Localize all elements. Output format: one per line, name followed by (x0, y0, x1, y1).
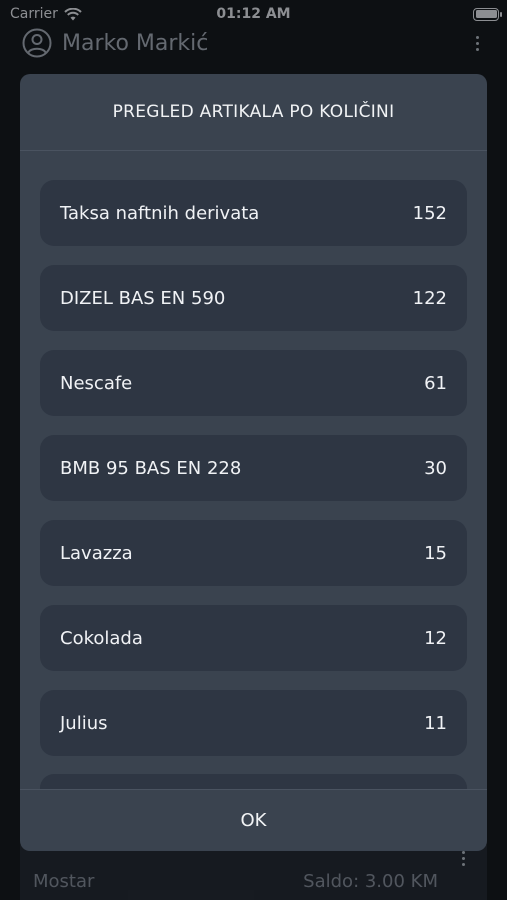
list-item-partial[interactable] (40, 774, 467, 789)
dialog-title: PREGLED ARTIKALA PO KOLIČINI (20, 74, 487, 151)
list-item[interactable]: Lavazza 15 (40, 520, 467, 586)
dialog-footer: OK (20, 789, 487, 851)
item-quantity: 152 (412, 202, 447, 224)
list-item[interactable]: Taksa naftnih derivata 152 (40, 180, 467, 246)
item-name: Taksa naftnih derivata (60, 202, 260, 224)
list-item[interactable]: BMB 95 BAS EN 228 30 (40, 435, 467, 501)
item-quantity: 30 (424, 457, 447, 479)
item-quantity: 122 (412, 287, 447, 309)
item-name: Nescafe (60, 372, 133, 394)
articles-dialog: PREGLED ARTIKALA PO KOLIČINI Taksa naftn… (20, 74, 487, 851)
ok-button[interactable]: OK (211, 800, 297, 841)
list-item[interactable]: DIZEL BAS EN 590 122 (40, 265, 467, 331)
item-quantity: 61 (424, 372, 447, 394)
list-item[interactable]: Julius 11 (40, 690, 467, 756)
articles-list[interactable]: Taksa naftnih derivata 152 DIZEL BAS EN … (20, 152, 487, 789)
item-name: Julius (60, 712, 108, 734)
item-name: Cokolada (60, 627, 143, 649)
item-name: BMB 95 BAS EN 228 (60, 457, 242, 479)
item-name: DIZEL BAS EN 590 (60, 287, 226, 309)
item-quantity: 11 (424, 712, 447, 734)
list-item[interactable]: Nescafe 61 (40, 350, 467, 416)
item-quantity: 12 (424, 627, 447, 649)
list-item[interactable]: Cokolada 12 (40, 605, 467, 671)
item-name: Lavazza (60, 542, 133, 564)
item-quantity: 15 (424, 542, 447, 564)
